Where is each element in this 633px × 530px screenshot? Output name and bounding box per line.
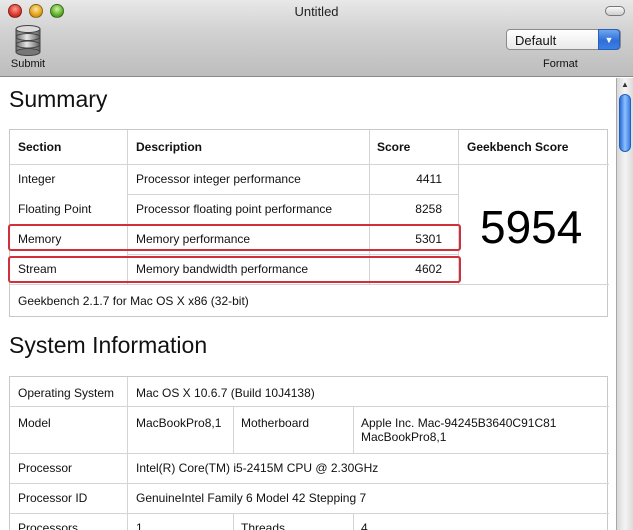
geekbench-score-value: 5954	[480, 201, 583, 253]
summary-footer: Geekbench 2.1.7 for Mac OS X x86 (32-bit…	[18, 294, 249, 308]
processor-value: Intel(R) Core(TM) i5-2415M CPU @ 2.30GHz	[136, 461, 379, 475]
divider	[127, 254, 458, 255]
processor-label: Processor	[18, 461, 73, 475]
motherboard-value-line-1: Apple Inc. Mac-94245B3640C91C81	[361, 416, 557, 430]
system-information-table: Operating System Mac OS X 10.6.7 (Build …	[9, 376, 609, 530]
motherboard-label: Motherboard	[241, 416, 310, 430]
row-integer-section: Integer	[18, 172, 56, 186]
report-content: Summary Section Description Score Geekbe…	[0, 78, 616, 530]
header-description: Description	[136, 140, 203, 154]
divider	[10, 164, 609, 165]
threads-label: Threads	[241, 521, 286, 530]
system-information-heading: System Information	[9, 332, 208, 358]
summary-table: Section Description Score Geekbench Scor…	[8, 129, 609, 317]
divider	[10, 453, 609, 454]
stream-row-highlight	[8, 256, 461, 283]
divider	[233, 407, 234, 453]
format-label: Format	[543, 58, 578, 70]
window-title: Untitled	[294, 4, 339, 19]
vertical-scrollbar[interactable]: ▲	[616, 78, 633, 530]
window-toolbar: Untitled Submit Default ▼ Format	[0, 0, 633, 77]
row-integer-description: Processor integer performance	[136, 172, 301, 186]
row-floating-point-section: Floating Point	[18, 202, 92, 216]
os-value: Mac OS X 10.6.7 (Build 10J4138)	[136, 386, 315, 400]
format-select[interactable]: Default ▼	[506, 29, 621, 50]
divider	[10, 284, 609, 285]
chevron-down-icon: ▼	[598, 29, 620, 50]
threads-value: 4	[361, 521, 368, 530]
submit-label: Submit	[10, 58, 46, 70]
summary-heading: Summary	[9, 86, 108, 112]
memory-row-highlight	[8, 224, 461, 251]
geekbench-window: Untitled Submit Default ▼ Format Summary…	[0, 0, 633, 530]
database-icon	[15, 25, 41, 56]
row-floating-point-description: Processor floating point performance	[136, 202, 333, 216]
header-geekbench-score: Geekbench Score	[467, 140, 569, 154]
model-value: MacBookPro8,1	[136, 416, 222, 430]
processors-label: Processors	[18, 521, 79, 530]
row-integer-score: 4411	[416, 172, 442, 186]
divider	[233, 514, 234, 530]
processors-value: 1	[136, 521, 143, 530]
submit-button[interactable]: Submit	[6, 24, 50, 72]
header-section: Section	[18, 140, 62, 154]
divider	[353, 514, 354, 530]
divider	[10, 513, 609, 514]
divider	[127, 194, 458, 195]
motherboard-value-line-2: MacBookPro8,1	[361, 430, 447, 444]
scroll-thumb[interactable]	[619, 94, 631, 152]
toolbar-toggle-button[interactable]	[605, 6, 625, 16]
format-selected-value: Default	[515, 33, 557, 48]
divider	[353, 407, 354, 453]
scroll-up-icon[interactable]: ▲	[617, 78, 633, 92]
processor-id-label: Processor ID	[18, 491, 88, 505]
divider	[10, 406, 609, 407]
row-floating-point-score: 8258	[415, 202, 442, 216]
processor-id-value: GenuineIntel Family 6 Model 42 Stepping …	[136, 491, 367, 505]
model-label: Model	[18, 416, 51, 430]
divider	[10, 483, 609, 484]
header-score: Score	[377, 140, 411, 154]
os-label: Operating System	[18, 386, 115, 400]
